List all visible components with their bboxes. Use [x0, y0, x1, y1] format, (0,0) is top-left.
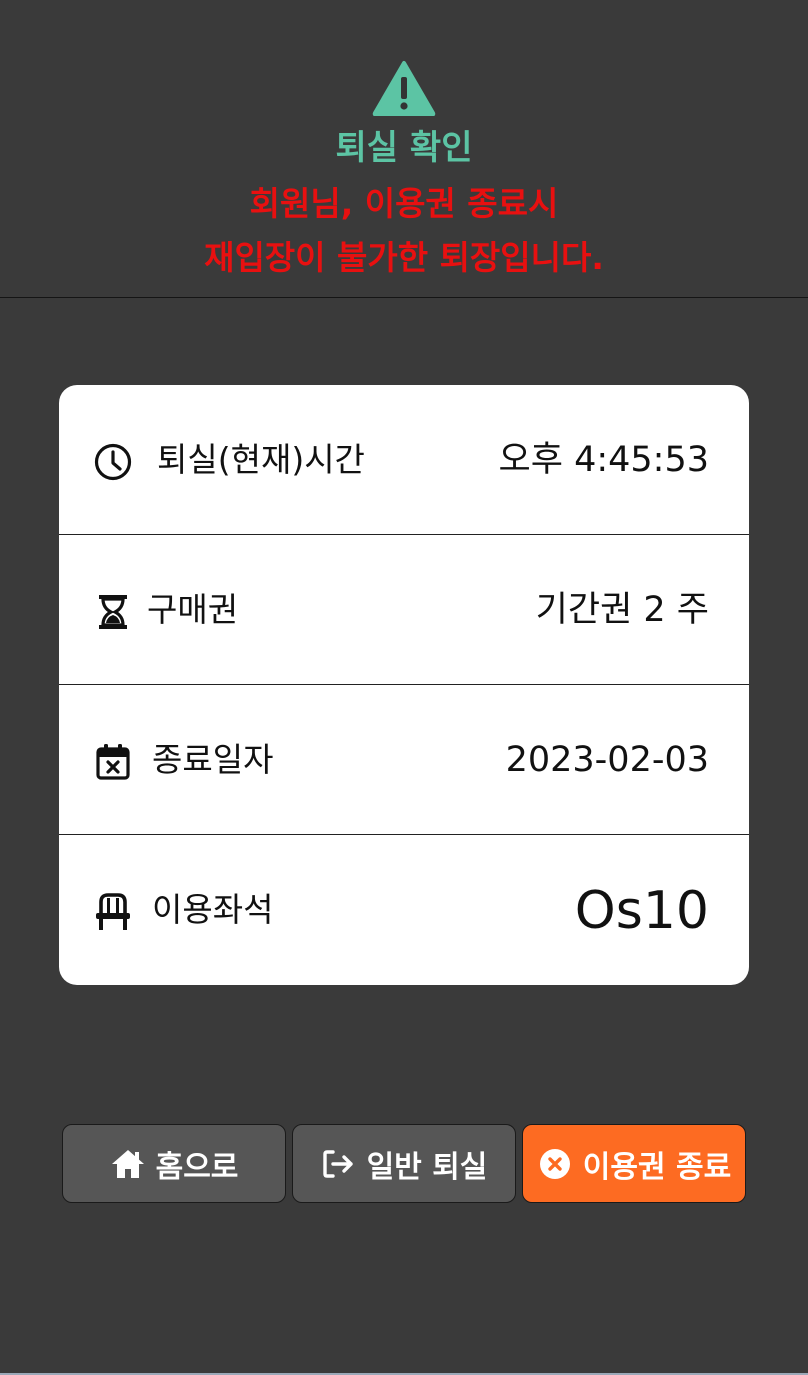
chair-icon — [96, 893, 130, 930]
info-row-end-date: 종료일자 2023-02-03 — [59, 685, 749, 835]
end-ticket-button-label: 이용권 종료 — [582, 1149, 732, 1185]
home-icon — [111, 1149, 144, 1178]
end-ticket-button[interactable]: 이용권 종료 — [522, 1124, 746, 1203]
warning-message-line1: 회원님, 이용권 종료시 — [249, 184, 559, 223]
ticket-value: 기간권 2 주 — [535, 590, 709, 630]
calendar-x-icon — [96, 744, 130, 780]
ticket-label: 구매권 — [147, 590, 239, 629]
exit-confirm-header: 퇴실 확인 회원님, 이용권 종료시 재입장이 불가한 퇴장입니다. — [0, 0, 808, 298]
page-title: 퇴실 확인 — [335, 128, 473, 168]
warning-icon — [372, 61, 436, 116]
exit-time-value: 오후 4:45:53 — [498, 440, 709, 480]
close-circle-icon — [539, 1148, 570, 1179]
clock-icon — [94, 443, 132, 481]
ticket-info-card: 퇴실(현재)시간 오후 4:45:53 구매권 기간권 2 주 종료일자 202… — [59, 385, 749, 985]
normal-exit-button-label: 일반 퇴실 — [366, 1149, 488, 1185]
seat-value: Os10 — [574, 881, 709, 941]
end-date-value: 2023-02-03 — [505, 740, 709, 780]
home-button[interactable]: 홈으로 — [62, 1124, 286, 1203]
info-row-seat: 이용좌석 Os10 — [59, 835, 749, 985]
info-row-exit-time: 퇴실(현재)시간 오후 4:45:53 — [59, 385, 749, 535]
end-date-label: 종료일자 — [152, 740, 274, 779]
hourglass-icon — [99, 595, 127, 629]
seat-label: 이용좌석 — [152, 890, 274, 929]
warning-message-line2: 재입장이 불가한 퇴장입니다. — [204, 238, 604, 277]
normal-exit-button[interactable]: 일반 퇴실 — [292, 1124, 516, 1203]
info-row-ticket: 구매권 기간권 2 주 — [59, 535, 749, 685]
sign-out-icon — [322, 1149, 353, 1178]
exit-time-label: 퇴실(현재)시간 — [157, 440, 365, 479]
home-button-label: 홈으로 — [155, 1149, 239, 1185]
